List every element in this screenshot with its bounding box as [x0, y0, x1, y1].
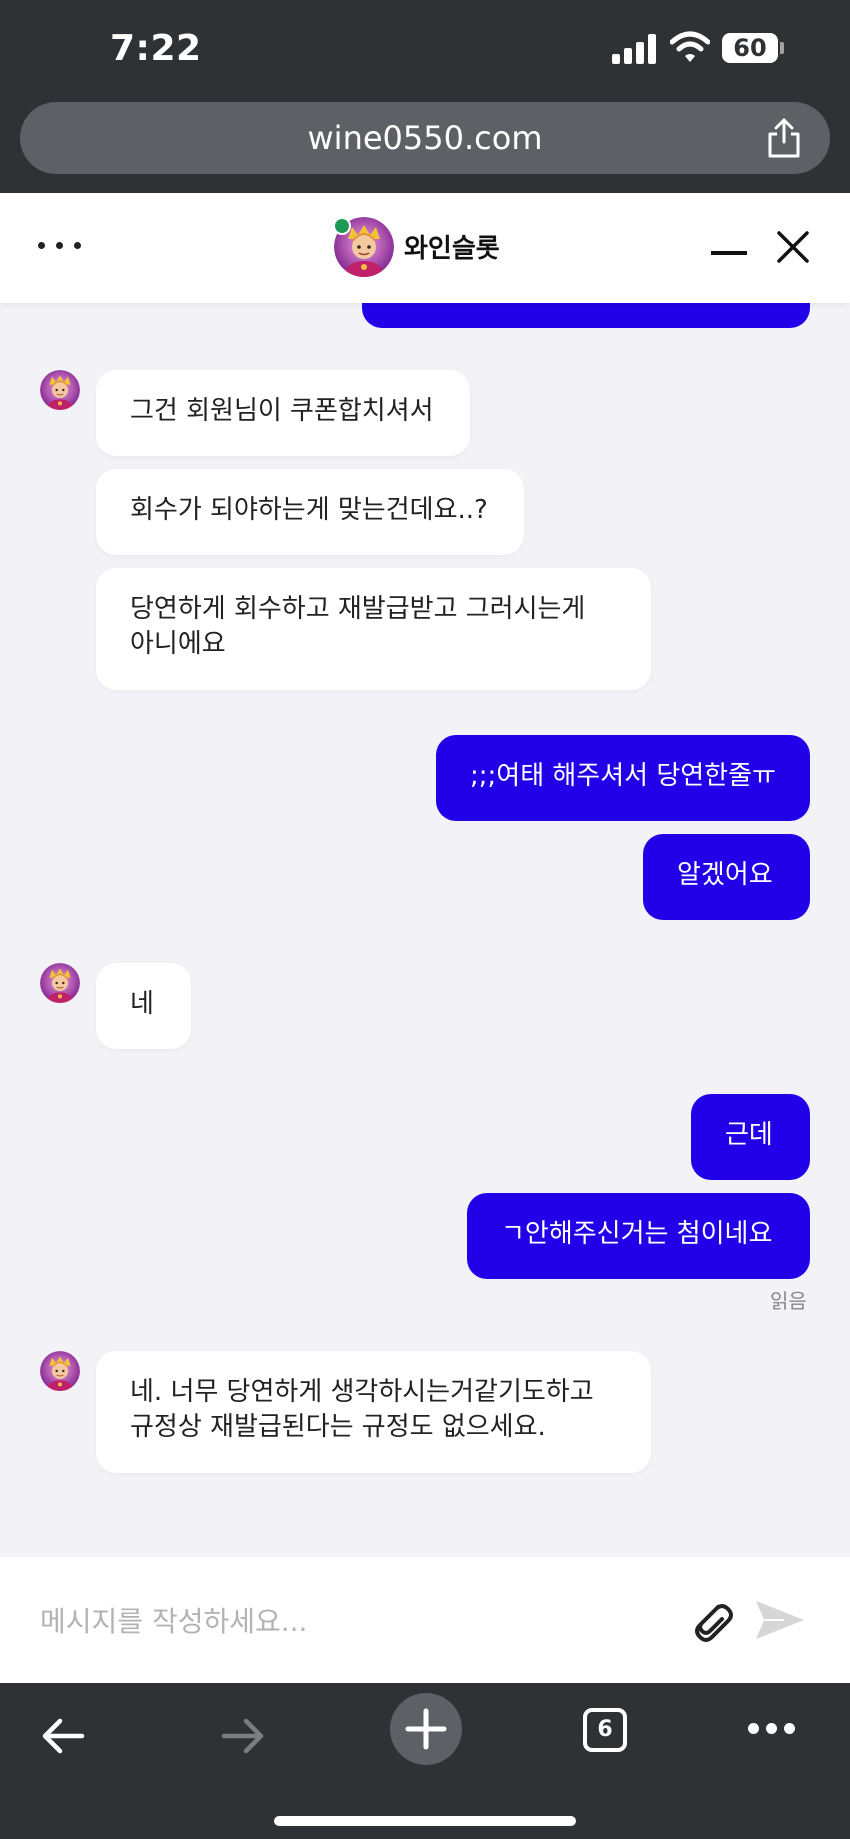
more-dots-icon[interactable] [748, 1723, 796, 1735]
send-icon[interactable] [754, 1597, 806, 1643]
message-text: ㄱ안해주신거는 첨이네요 [501, 1219, 773, 1249]
message-text: 근데 [725, 1120, 773, 1150]
address-bar[interactable]: wine0550.com [20, 102, 830, 174]
status-time: 7:22 [110, 28, 202, 69]
plus-icon [405, 1708, 447, 1750]
menu-dots-icon[interactable] [36, 231, 82, 257]
message-composer [0, 1557, 850, 1683]
message-text: ;;;여태 해주셔서 당연한줄ㅠ [470, 761, 776, 791]
avatar [40, 963, 80, 1003]
message-bubble-incoming: 네. 너무 당연하게 생각하시는거같기도하고 규정상 재발급된다는 규정도 없으… [96, 1351, 651, 1473]
message-bubble-outgoing: ㄱ안해주신거는 첨이네요 [467, 1193, 810, 1279]
message-text: 네. 너무 당연하게 생각하시는거같기도하고 [130, 1377, 594, 1407]
message-bubble-incoming: 그건 회원님이 쿠폰합치셔서 [96, 370, 470, 456]
message-bubble-outgoing: 알겠어요 [643, 834, 810, 920]
message-bubble-incoming: 회수가 되야하는게 맞는건데요..? [96, 469, 524, 555]
close-icon[interactable] [776, 230, 810, 264]
avatar [40, 370, 80, 410]
signal-icon [612, 34, 658, 64]
message-text: 회수가 되야하는게 맞는건데요..? [130, 495, 488, 525]
read-receipt: 읽음 [770, 1289, 807, 1313]
message-bubble-outgoing: ;;;여태 해주셔서 당연한줄ㅠ [436, 735, 810, 821]
avatar [40, 1351, 80, 1391]
message-text: 아니에요 [130, 629, 226, 659]
message-text: 규정상 재발급된다는 규정도 없으세요. [130, 1412, 546, 1442]
back-arrow-icon[interactable] [40, 1713, 86, 1759]
minimize-icon[interactable] [711, 251, 747, 255]
browser-toolbar: 6 [0, 1683, 850, 1839]
chat-title: 와인슬롯 [404, 234, 500, 264]
message-bubble-incoming: 당연하게 회수하고 재발급받고 그러시는게 아니에요 [96, 568, 651, 690]
forward-arrow-icon[interactable] [220, 1713, 266, 1759]
tabs-button[interactable]: 6 [583, 1708, 627, 1752]
battery-tip [780, 42, 784, 54]
battery-indicator: 60 [722, 33, 778, 63]
share-icon[interactable] [766, 118, 802, 158]
online-status-dot [333, 217, 351, 235]
wifi-icon [670, 31, 710, 62]
message-text: 네 [130, 989, 154, 1019]
message-text: 그건 회원님이 쿠폰합치셔서 [130, 396, 434, 426]
browser-chrome: 7:22 60 wine0550.com [0, 0, 850, 193]
message-text: 알겠어요 [677, 860, 773, 890]
home-indicator [274, 1816, 576, 1826]
message-text: 당연하게 회수하고 재발급받고 그러시는게 [130, 594, 586, 624]
chat-header: 와인슬롯 [0, 193, 850, 303]
message-bubble-outgoing: 근데 [691, 1094, 810, 1180]
message-bubble-incoming: 네 [96, 963, 191, 1049]
url-text: wine0550.com [307, 119, 543, 157]
message-input[interactable] [40, 1599, 660, 1643]
new-tab-button[interactable] [390, 1693, 462, 1765]
paperclip-icon[interactable] [688, 1597, 736, 1643]
